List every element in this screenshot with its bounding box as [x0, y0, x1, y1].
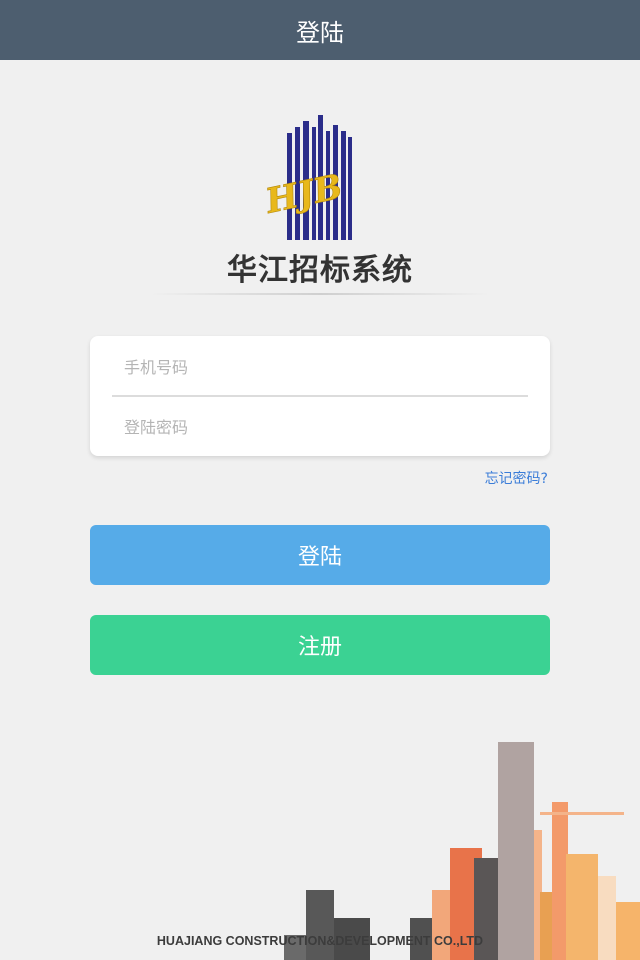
company-logo-icon: HJB: [261, 115, 352, 240]
login-button[interactable]: 登陆: [90, 525, 550, 585]
page-header: 登陆: [0, 0, 640, 60]
company-name: HUAJIANG CONSTRUCTION&DEVELOPMENT CO.,LT…: [156, 934, 484, 948]
password-input[interactable]: [112, 398, 528, 456]
page-title: 登陆: [296, 18, 344, 47]
logo-area: HJB 华江招标系统: [0, 110, 640, 310]
app-name: 华江招标系统: [227, 253, 413, 288]
phone-input[interactable]: [112, 338, 528, 396]
logo-divider: [150, 293, 490, 295]
register-button[interactable]: 注册: [90, 615, 550, 675]
field-divider: [112, 395, 528, 397]
login-form-card: [90, 336, 550, 456]
city-skyline-illustration: [284, 742, 640, 960]
forgot-password-link[interactable]: 忘记密码?: [485, 468, 548, 488]
